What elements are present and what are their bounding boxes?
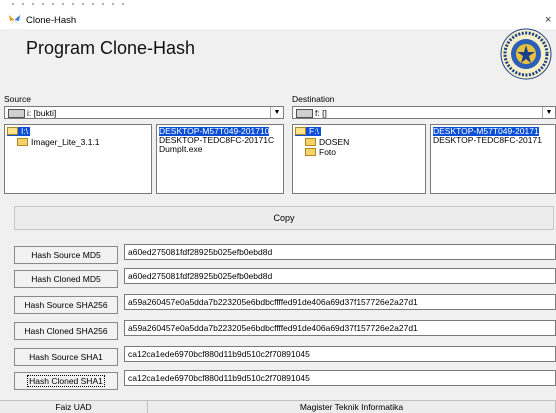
destination-drive-select[interactable]: f: [] ▼ (292, 106, 556, 119)
open-folder-icon (7, 127, 18, 135)
hash-source-md5-button[interactable]: Hash Source MD5 (14, 246, 118, 264)
butterfly-icon (8, 14, 21, 26)
folder-icon (305, 148, 316, 156)
window-title: Clone-Hash (26, 15, 77, 26)
file-item[interactable]: DESKTOP-TEDC8FC-20171 (433, 136, 542, 145)
hash-source-md5-field[interactable]: a60ed275081fdf28925b025efb0ebd8d (124, 244, 556, 260)
destination-file-list[interactable]: DESKTOP-M57T049-20171 DESKTOP-TEDC8FC-20… (430, 124, 556, 194)
folder-item[interactable]: F:\ (295, 127, 321, 136)
title-bar (0, 12, 556, 29)
hash-cloned-md5-field[interactable]: a60ed275081fdf28925b025efb0ebd8d (124, 268, 556, 284)
source-file-list[interactable]: DESKTOP-M57T049-201710 DESKTOP-TEDC8FC-2… (156, 124, 284, 194)
chevron-down-icon[interactable]: ▼ (270, 107, 283, 118)
hash-cloned-md5-button[interactable]: Hash Cloned MD5 (14, 270, 118, 288)
hash-cloned-sha1-field[interactable]: ca12ca1ede6970bcf880d11b9d510c2f70891045 (124, 370, 556, 386)
open-folder-icon (295, 127, 306, 135)
copy-button[interactable]: Copy (14, 206, 554, 230)
drive-icon (8, 109, 25, 118)
hash-cloned-sha256-field[interactable]: a59a260457e0a5dda7b223205e6bdbcffffed91d… (124, 320, 556, 336)
file-item[interactable]: DumpIt.exe (159, 145, 202, 154)
hash-cloned-sha256-button[interactable]: Hash Cloned SHA256 (14, 322, 118, 340)
hash-source-sha256-field[interactable]: a59a260457e0a5dda7b223205e6bdbcffffed91d… (124, 294, 556, 310)
hash-source-sha1-field[interactable]: ca12ca1ede6970bcf880d11b9d510c2f70891045 (124, 346, 556, 362)
top-strip (0, 0, 556, 12)
folder-item[interactable]: Foto (305, 148, 336, 157)
close-icon[interactable]: × (545, 14, 551, 26)
hash-source-sha1-button[interactable]: Hash Source SHA1 (14, 348, 118, 366)
folder-item[interactable]: Imager_Lite_3.1.1 (17, 138, 100, 147)
hash-source-sha256-button[interactable]: Hash Source SHA256 (14, 296, 118, 314)
destination-label: Destination (292, 94, 335, 104)
source-label: Source (4, 94, 31, 104)
status-author: Faiz UAD (0, 400, 148, 413)
source-drive-select[interactable]: i: [bukti] ▼ (4, 106, 284, 119)
status-program: Magister Teknik Informatika (148, 400, 556, 413)
university-seal-logo (500, 28, 552, 80)
drive-icon (296, 109, 313, 118)
folder-item[interactable]: I:\ (7, 127, 31, 136)
source-folder-list[interactable]: I:\ Imager_Lite_3.1.1 (4, 124, 152, 194)
folder-icon (17, 138, 28, 146)
folder-item[interactable]: DOSEN (305, 138, 349, 147)
chevron-down-icon[interactable]: ▼ (542, 107, 555, 118)
hash-cloned-sha1-button[interactable]: Hash Cloned SHA1 (14, 372, 118, 390)
page-title: Program Clone-Hash (26, 38, 196, 58)
destination-folder-list[interactable]: F:\ DOSEN Foto (292, 124, 426, 194)
folder-icon (305, 138, 316, 146)
